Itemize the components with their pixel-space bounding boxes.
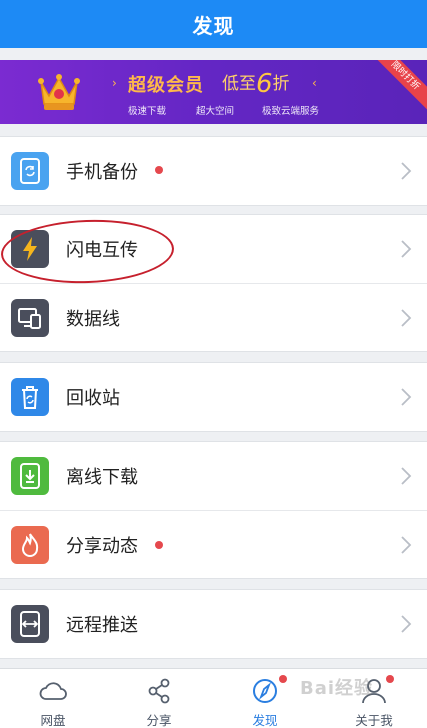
badge-dot bbox=[155, 541, 163, 549]
arrow-left-icon: › bbox=[112, 76, 117, 90]
banner-price: 低至6折 bbox=[222, 69, 290, 99]
chevron-right-icon bbox=[401, 388, 412, 406]
list-item-label: 远程推送 bbox=[66, 615, 138, 636]
share-feed-icon bbox=[11, 525, 49, 564]
chevron-right-icon bbox=[401, 467, 412, 485]
price-number: 6 bbox=[256, 69, 273, 99]
compass-icon bbox=[253, 679, 277, 703]
chevron-right-icon bbox=[401, 162, 412, 180]
recycle-bin-icon bbox=[11, 378, 49, 416]
data-cable-icon bbox=[11, 298, 49, 337]
banner-feature-2: 超大空间 bbox=[196, 106, 235, 117]
group-backup: 手机备份 bbox=[0, 136, 427, 206]
tab-share[interactable]: 分享 bbox=[106, 669, 212, 728]
tab-label: 分享 bbox=[146, 713, 172, 728]
badge-dot bbox=[155, 166, 163, 174]
list-item-label: 回收站 bbox=[66, 388, 120, 409]
list-item-share-feed[interactable]: 分享动态 bbox=[0, 510, 427, 578]
chevron-right-icon bbox=[401, 615, 412, 633]
offline-download-icon bbox=[11, 457, 49, 495]
list-item-label: 离线下载 bbox=[66, 467, 138, 488]
cloud-icon bbox=[39, 682, 67, 700]
list-item-label: 分享动态 bbox=[66, 535, 138, 557]
share-icon bbox=[148, 678, 170, 704]
remote-push-icon bbox=[11, 605, 49, 643]
list-item-recycle-bin[interactable]: 回收站 bbox=[0, 363, 427, 431]
crown-icon bbox=[38, 74, 80, 110]
vip-banner[interactable]: › 超级会员 低至6折 ‹ 极速下载 超大空间 极致云端服务 限时打折 bbox=[0, 60, 427, 124]
list-item-label: 手机备份 bbox=[66, 162, 138, 183]
tab-label: 关于我 bbox=[355, 713, 393, 728]
chevron-right-icon bbox=[401, 536, 412, 554]
tab-label: 发现 bbox=[252, 713, 278, 728]
group-recycle: 回收站 bbox=[0, 362, 427, 432]
list-item-phone-backup[interactable]: 手机备份 bbox=[0, 137, 427, 205]
list-item-data-cable[interactable]: 数据线 bbox=[0, 283, 427, 351]
list-item-offline-download[interactable]: 离线下载 bbox=[0, 442, 427, 510]
tab-label: 网盘 bbox=[40, 713, 66, 728]
banner-feature-1: 极速下载 bbox=[128, 106, 167, 117]
watermark-logo: Bai经验 bbox=[300, 678, 374, 699]
chevron-right-icon bbox=[401, 309, 412, 327]
badge-dot bbox=[386, 675, 394, 683]
list-item-remote-push[interactable]: 远程推送 bbox=[0, 590, 427, 658]
tab-netdisk[interactable]: 网盘 bbox=[0, 669, 106, 728]
sale-ribbon: 限时打折 bbox=[368, 60, 427, 113]
header-bar: 发现 bbox=[0, 0, 427, 48]
price-prefix: 低至 bbox=[222, 74, 256, 94]
phone-backup-icon bbox=[11, 152, 49, 190]
page-title: 发现 bbox=[192, 13, 235, 38]
group-remote: 远程推送 bbox=[0, 589, 427, 659]
group-download-share: 离线下载 分享动态 bbox=[0, 441, 427, 579]
list-item-label: 数据线 bbox=[66, 308, 120, 330]
badge-dot bbox=[279, 675, 287, 683]
price-suffix: 折 bbox=[272, 74, 290, 94]
chevron-right-icon bbox=[401, 240, 412, 258]
banner-title: 超级会员 bbox=[128, 75, 204, 96]
arrow-right-icon: ‹ bbox=[312, 76, 317, 90]
banner-feature-3: 极致云端服务 bbox=[262, 106, 320, 117]
